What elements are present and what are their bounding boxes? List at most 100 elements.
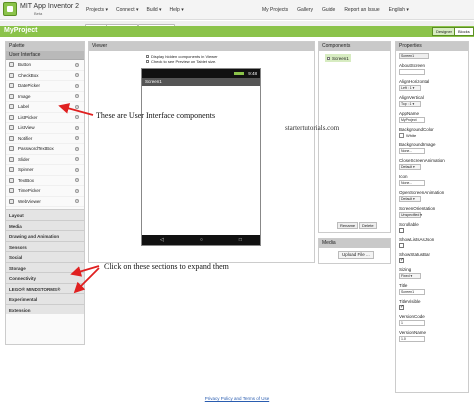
link-guide[interactable]: Guide bbox=[322, 7, 335, 13]
section-user-interface[interactable]: User Interface bbox=[6, 51, 84, 60]
help-icon[interactable]: ? bbox=[75, 94, 79, 99]
help-icon[interactable]: ? bbox=[75, 199, 79, 204]
app-title: MIT App Inventor 2 bbox=[20, 3, 80, 10]
property-input[interactable] bbox=[399, 69, 425, 75]
delete-button[interactable]: Delete bbox=[359, 222, 377, 229]
section-experimental[interactable]: Experimental bbox=[6, 293, 84, 304]
palette-item-label: WebViewer bbox=[18, 198, 41, 204]
palette-item-checkbox[interactable]: CheckBox? bbox=[6, 71, 84, 81]
rename-button[interactable]: Rename bbox=[337, 222, 359, 229]
phone-preview[interactable]: 9:48 Screen1 ◁ ○ □ bbox=[141, 68, 261, 246]
property-screenorientation: ScreenOrientation Unspecified ▾ bbox=[396, 206, 468, 218]
collapse-icon[interactable] bbox=[327, 56, 330, 60]
textbox-icon bbox=[9, 177, 14, 183]
property-checkbox[interactable] bbox=[399, 304, 404, 310]
annotation-ui-components: These are User Interface components bbox=[96, 111, 216, 120]
property-label: VersionCode bbox=[399, 314, 425, 319]
palette-item-textbox[interactable]: TextBox? bbox=[6, 176, 84, 186]
spinner-icon bbox=[9, 167, 14, 173]
timepicker-icon bbox=[9, 188, 14, 194]
property-input[interactable]: None... bbox=[399, 148, 425, 154]
property-label: VersionName bbox=[399, 330, 427, 335]
language-select[interactable]: English ▾ bbox=[389, 7, 409, 13]
app-inventor-logo[interactable] bbox=[3, 2, 17, 16]
property-color-picker[interactable]: White bbox=[399, 133, 468, 138]
palette-item-button[interactable]: Button? bbox=[6, 60, 84, 71]
link-my-projects[interactable]: My Projects bbox=[262, 7, 288, 13]
palette-item-label[interactable]: Label? bbox=[6, 102, 84, 113]
section-lego-mindstorms-[interactable]: LEGO® MINDSTORMS® bbox=[6, 282, 84, 293]
palette-item-timepicker[interactable]: TimePicker? bbox=[6, 186, 84, 197]
palette-item-label: DatePicker bbox=[18, 83, 41, 89]
upload-file-button[interactable]: Upload File ... bbox=[338, 251, 374, 259]
help-icon[interactable]: ? bbox=[75, 104, 79, 109]
palette-item-passwordtextbox[interactable]: PasswordTextBox? bbox=[6, 144, 84, 155]
designer-button[interactable]: Designer bbox=[432, 27, 457, 36]
component-screen1[interactable]: Screen1 bbox=[325, 54, 351, 62]
menu-help[interactable]: Help ▾ bbox=[170, 7, 184, 13]
palette-item-slider[interactable]: Slider? bbox=[6, 155, 84, 165]
property-dropdown[interactable]: Default ▾ bbox=[399, 196, 421, 202]
property-label: AboutScreen bbox=[399, 63, 426, 68]
property-backgroundimage: BackgroundImage None... bbox=[396, 142, 468, 154]
property-dropdown[interactable]: Top : 1 ▾ bbox=[399, 101, 421, 107]
property-dropdown[interactable]: Left : 1 ▾ bbox=[399, 85, 421, 91]
palette-item-spinner[interactable]: Spinner? bbox=[6, 165, 84, 176]
property-dropdown[interactable]: Unspecified ▾ bbox=[399, 212, 422, 218]
help-icon[interactable]: ? bbox=[75, 167, 79, 172]
palette-item-image[interactable]: Image? bbox=[6, 92, 84, 102]
phone-screen-body[interactable] bbox=[142, 86, 260, 236]
section-drawing-and-animation[interactable]: Drawing and Animation bbox=[6, 230, 84, 241]
help-icon[interactable]: ? bbox=[75, 157, 79, 162]
property-input[interactable]: Screen1 bbox=[399, 289, 425, 295]
footer-link[interactable]: Privacy Policy and Terms of Use bbox=[0, 396, 474, 401]
property-appname: AppName MyProject bbox=[396, 111, 468, 123]
palette-item-notifier[interactable]: Notifier? bbox=[6, 134, 84, 144]
property-checkbox[interactable] bbox=[399, 228, 404, 233]
property-input[interactable]: None... bbox=[399, 180, 425, 186]
help-icon[interactable]: ? bbox=[75, 188, 79, 193]
section-layout[interactable]: Layout bbox=[6, 209, 84, 220]
palette-item-webviewer[interactable]: WebViewer? bbox=[6, 197, 84, 207]
property-list: AboutScreen AlignHorizontal Left : 1 ▾ Alig… bbox=[396, 63, 468, 342]
help-icon[interactable]: ? bbox=[75, 146, 79, 151]
image-icon bbox=[9, 93, 14, 99]
property-openscreenanimation: OpenScreenAnimation Default ▾ bbox=[396, 190, 468, 202]
help-icon[interactable]: ? bbox=[75, 125, 79, 130]
section-extension[interactable]: Extension bbox=[6, 303, 84, 314]
section-media[interactable]: Media bbox=[6, 219, 84, 230]
property-dropdown[interactable]: Default ▾ bbox=[399, 164, 421, 170]
property-input[interactable]: MyProject bbox=[399, 117, 425, 123]
palette-item-datepicker[interactable]: DatePicker? bbox=[6, 81, 84, 92]
help-icon[interactable]: ? bbox=[75, 178, 79, 183]
section-storage[interactable]: Storage bbox=[6, 261, 84, 272]
menu-connect[interactable]: Connect ▾ bbox=[116, 7, 139, 13]
property-checkbox[interactable] bbox=[399, 243, 404, 248]
link-gallery[interactable]: Gallery bbox=[297, 7, 313, 13]
property-label: AlignVertical bbox=[399, 95, 424, 100]
property-input[interactable]: 1 bbox=[399, 320, 425, 326]
property-input[interactable]: 1.0 bbox=[399, 336, 425, 342]
link-report-issue[interactable]: Report an Issue bbox=[344, 7, 379, 13]
property-checkbox[interactable] bbox=[399, 257, 404, 263]
home-icon: ○ bbox=[199, 237, 203, 243]
palette-item-label: TextBox bbox=[18, 177, 35, 183]
help-icon[interactable]: ? bbox=[75, 62, 79, 67]
section-connectivity[interactable]: Connectivity bbox=[6, 272, 84, 283]
tablet-preview-checkbox[interactable] bbox=[146, 60, 149, 63]
help-icon[interactable]: ? bbox=[75, 83, 79, 88]
menu-projects[interactable]: Projects ▾ bbox=[86, 7, 108, 13]
property-dropdown[interactable]: Fixed ▾ bbox=[399, 273, 421, 279]
blocks-button[interactable]: Blocks bbox=[454, 27, 474, 36]
help-icon[interactable]: ? bbox=[75, 136, 79, 141]
help-icon[interactable]: ? bbox=[75, 73, 79, 78]
palette-item-listpicker[interactable]: ListPicker? bbox=[6, 113, 84, 123]
section-social[interactable]: Social bbox=[6, 251, 84, 262]
section-sensors[interactable]: Sensors bbox=[6, 240, 84, 251]
palette-item-listview[interactable]: ListView? bbox=[6, 123, 84, 134]
hidden-components-checkbox[interactable] bbox=[146, 55, 149, 58]
menu-build[interactable]: Build ▾ bbox=[147, 7, 162, 13]
help-icon[interactable]: ? bbox=[75, 115, 79, 120]
recent-apps-icon: □ bbox=[238, 237, 242, 243]
label-icon bbox=[9, 104, 14, 110]
